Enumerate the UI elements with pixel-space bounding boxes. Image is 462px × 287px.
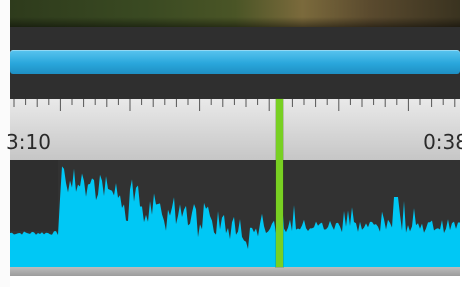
ruler-time-label-left: 3:10 [6,130,51,154]
time-ruler[interactable]: 3:10 0:38 [6,99,462,160]
playhead-marker[interactable] [276,99,283,267]
timeline-editor: 3:10 0:38 [0,0,462,287]
audio-waveform [10,160,460,267]
thumbnail-shade [10,17,460,27]
ruler-time-label-right: 0:38 [423,130,462,154]
track-bottom-border [10,267,460,276]
audio-waveform-track[interactable] [10,160,460,267]
waveform-silence-region [10,160,58,231]
playback-region-bar[interactable] [10,50,460,74]
waveform-shape [10,166,460,267]
ruler-ticks [13,99,456,111]
video-thumbnail-strip[interactable] [10,0,460,27]
bottom-margin [10,276,460,287]
